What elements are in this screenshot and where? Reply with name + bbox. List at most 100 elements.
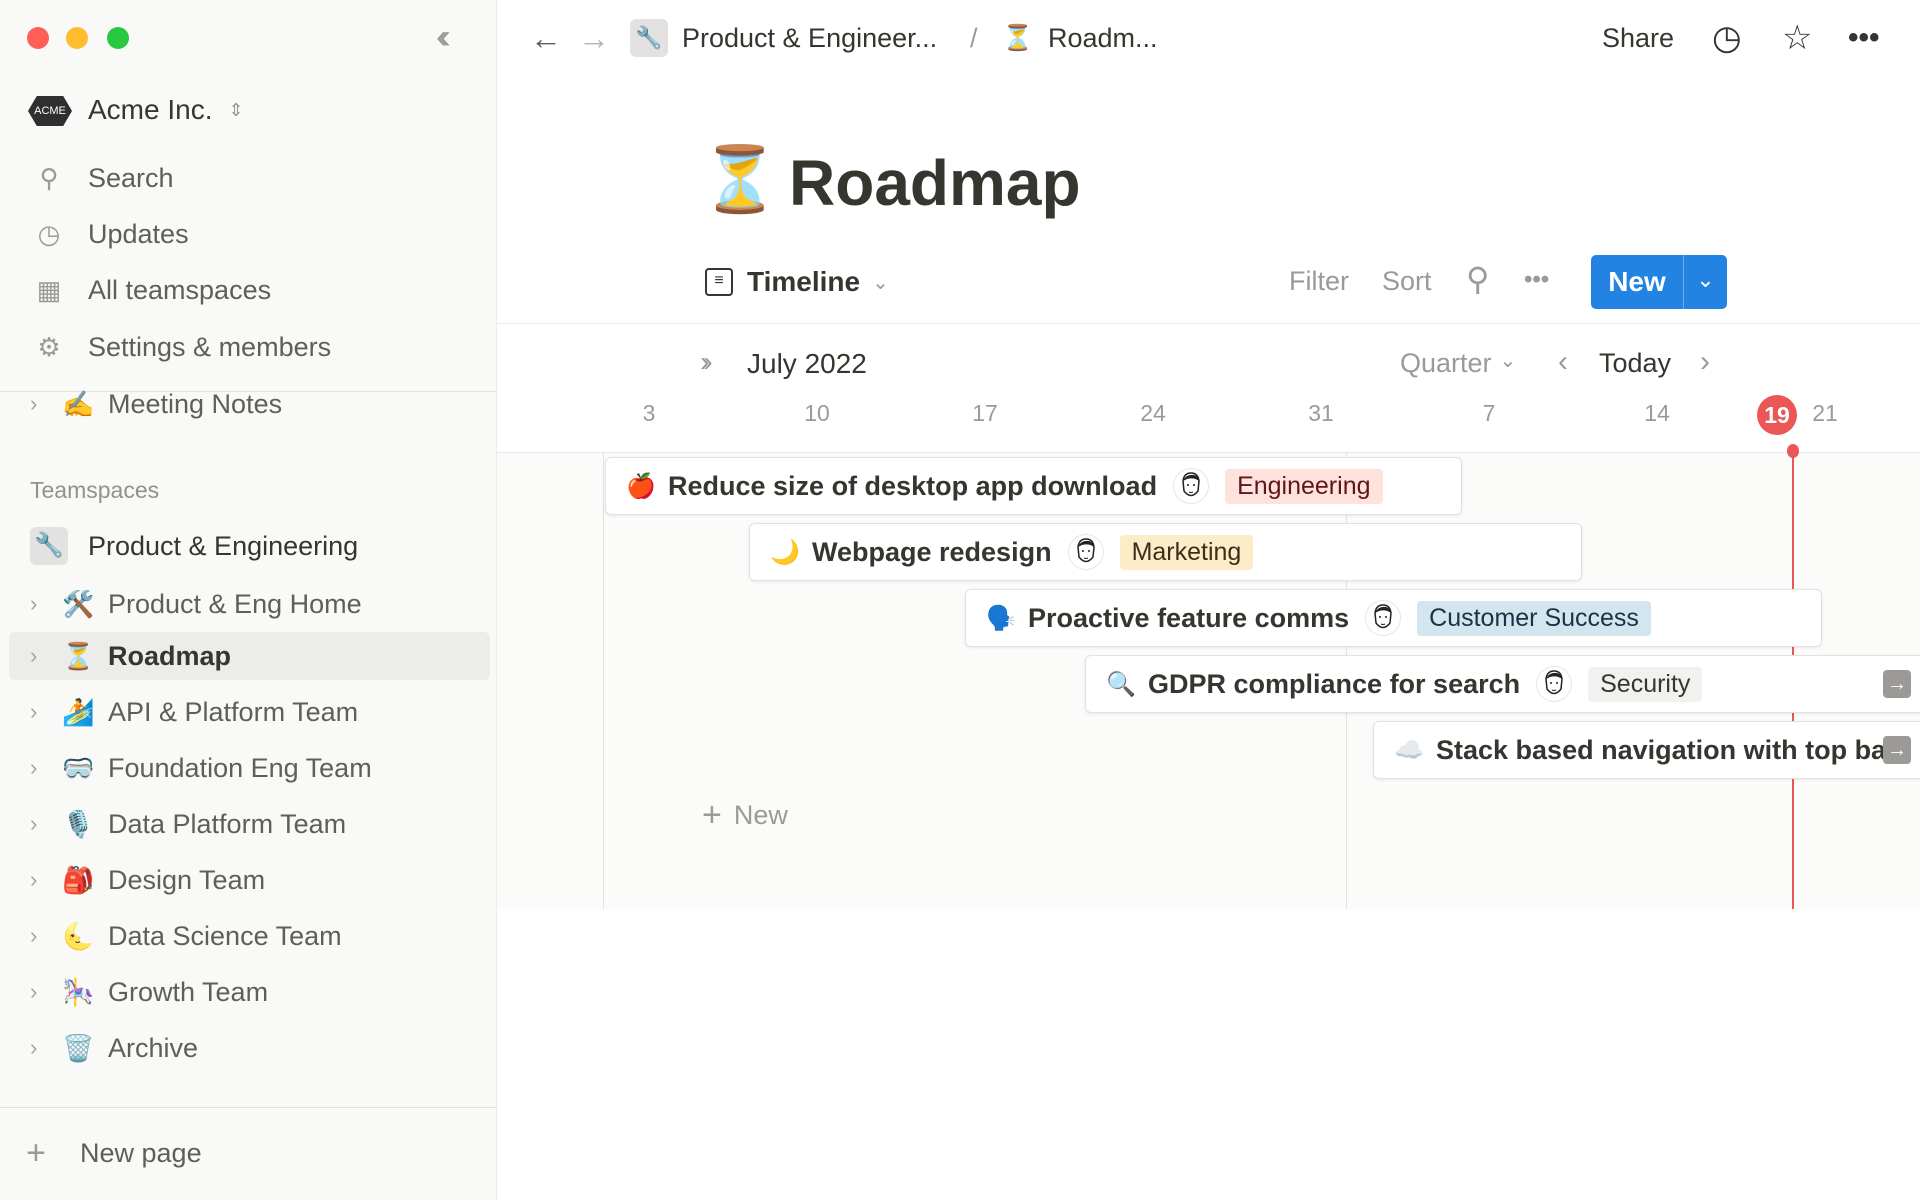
minimize-window-button[interactable]: [66, 27, 88, 49]
task-emoji-icon: 🗣️: [986, 604, 1016, 632]
close-window-button[interactable]: [27, 27, 49, 49]
today-button[interactable]: Today: [1599, 348, 1671, 379]
assignee-avatar: [1173, 468, 1210, 504]
sidebar-page-item[interactable]: › 🌜 Data Science Team: [0, 912, 497, 960]
sidebar-item-meeting-notes[interactable]: › ✍️ Meeting Notes: [0, 380, 497, 428]
sidebar-teamspace-product-engineering[interactable]: 🔧 Product & Engineering: [0, 522, 497, 570]
chevron-right-icon[interactable]: ›: [30, 643, 37, 669]
more-view-options-icon[interactable]: •••: [1524, 266, 1549, 294]
clock-icon: ◷: [37, 218, 61, 249]
page-title[interactable]: Roadmap: [789, 146, 1081, 220]
sort-button[interactable]: Sort: [1382, 266, 1432, 297]
today-marker: [1787, 444, 1799, 458]
task-title: Webpage redesign: [812, 536, 1052, 567]
forward-button[interactable]: →: [578, 20, 610, 56]
sidebar-item-updates[interactable]: ◷ Updates: [0, 210, 497, 258]
task-title: Proactive feature comms: [1028, 602, 1350, 633]
maximize-window-button[interactable]: [107, 27, 129, 49]
page-label: Product & Eng Home: [108, 588, 362, 619]
page-label: Design Team: [108, 864, 266, 895]
chevron-right-icon[interactable]: ›: [30, 1035, 37, 1061]
previous-period-button[interactable]: ‹: [1558, 345, 1568, 379]
sidebar-item-search[interactable]: ⚲ Search: [0, 154, 497, 202]
day-label: 31: [1308, 400, 1334, 426]
assignee-avatar: [1536, 666, 1573, 702]
page-label: API & Platform Team: [108, 696, 359, 727]
day-label: 10: [804, 400, 830, 426]
scale-label: Quarter: [1400, 348, 1492, 378]
chevron-down-icon: ⌄: [872, 271, 889, 294]
timeline-card[interactable]: 🗣️ Proactive feature comms Customer Succes…: [965, 589, 1822, 647]
day-label: 24: [1140, 400, 1166, 426]
label: New page: [80, 1138, 202, 1168]
new-options-chevron-icon[interactable]: ⌄: [1683, 255, 1727, 309]
page-emoji-icon: 🏄: [62, 696, 95, 727]
breadcrumb-page[interactable]: Roadm...: [1048, 20, 1158, 56]
timeline-month: July 2022: [747, 348, 867, 379]
team-tag: Marketing: [1119, 534, 1254, 570]
chevron-right-icon[interactable]: ›: [30, 923, 37, 949]
sidebar-page-item[interactable]: › ⏳ Roadmap: [9, 632, 490, 680]
expand-timeline-icon[interactable]: ››: [700, 346, 712, 378]
scroll-to-item-arrow-icon[interactable]: →: [1883, 670, 1911, 698]
filter-button[interactable]: Filter: [1289, 266, 1349, 297]
page-label: Foundation Eng Team: [108, 752, 372, 783]
workspace-switcher[interactable]: Acme Inc. ⇕: [88, 94, 244, 126]
timeline-scale-select[interactable]: Quarter ⌄: [1400, 348, 1516, 379]
timeline-card[interactable]: 🔍 GDPR compliance for search Security →: [1085, 655, 1920, 713]
building-icon: ▦: [36, 274, 62, 305]
page-label: Archive: [108, 1032, 199, 1063]
day-label: 17: [972, 400, 998, 426]
sidebar-item-all-teamspaces[interactable]: ▦ All teamspaces: [0, 266, 497, 314]
task-title: Stack based navigation with top bar: [1436, 734, 1897, 765]
today-day-label: 19: [1757, 395, 1797, 435]
team-tag: Customer Success: [1417, 600, 1651, 636]
page-emoji-icon: 🛠️: [62, 588, 95, 619]
sidebar-page-item[interactable]: › 🗑️ Archive: [0, 1024, 497, 1072]
chevron-right-icon[interactable]: ›: [30, 867, 37, 893]
sidebar-page-item[interactable]: › 🎠 Growth Team: [0, 968, 497, 1016]
chevron-right-icon[interactable]: ›: [30, 979, 37, 1005]
day-label: 21: [1812, 400, 1838, 426]
divider: [0, 1107, 497, 1108]
label: Meeting Notes: [108, 388, 283, 419]
scroll-to-item-arrow-icon[interactable]: →: [1883, 736, 1911, 764]
sidebar-page-item[interactable]: › 🥽 Foundation Eng Team: [0, 744, 497, 792]
plus-icon: +: [702, 796, 722, 834]
page-icon-hourglass[interactable]: ⏳: [700, 142, 780, 217]
new-page-button[interactable]: + New page: [26, 1134, 202, 1173]
label: New: [733, 800, 788, 830]
assignee-avatar: [1067, 534, 1104, 570]
page-label: Data Platform Team: [108, 808, 347, 839]
collapse-sidebar-icon[interactable]: ‹‹: [436, 18, 450, 57]
chevron-right-icon[interactable]: ›: [30, 811, 37, 837]
sidebar-page-item[interactable]: › 🛠️ Product & Eng Home: [0, 580, 497, 628]
next-period-button[interactable]: ›: [1700, 345, 1710, 379]
task-emoji-icon: 🔍: [1106, 670, 1136, 698]
new-button-group: New ⌄: [1591, 255, 1727, 309]
sidebar-page-item[interactable]: › 🏄 API & Platform Team: [0, 688, 497, 736]
chevron-right-icon[interactable]: ›: [30, 591, 37, 617]
breadcrumb-teamspace[interactable]: Product & Engineer...: [682, 20, 937, 56]
timeline-card[interactable]: 🌙 Webpage redesign Marketing: [749, 523, 1582, 581]
updates-clock-icon[interactable]: ◷: [1712, 20, 1742, 56]
share-button[interactable]: Share: [1602, 20, 1674, 56]
writing-hand-icon: ✍️: [62, 388, 95, 419]
sidebar-page-item[interactable]: › 🎙️ Data Platform Team: [0, 800, 497, 848]
chevron-right-icon[interactable]: ›: [30, 699, 37, 725]
search-icon[interactable]: ⚲: [1466, 260, 1489, 298]
timeline-card[interactable]: ☁️ Stack based navigation with top bar →: [1373, 721, 1920, 779]
add-new-item-button[interactable]: + New: [702, 796, 788, 835]
back-button[interactable]: ←: [530, 20, 562, 56]
page-emoji-icon: 🎠: [62, 976, 95, 1007]
sidebar-page-item[interactable]: › 🎒 Design Team: [0, 856, 497, 904]
more-options-icon[interactable]: •••: [1848, 20, 1880, 56]
chevron-right-icon[interactable]: ›: [30, 755, 37, 781]
view-switcher[interactable]: ≡ Timeline ⌄: [705, 266, 889, 298]
timeline-card[interactable]: 🍎 Reduce size of desktop app download Engi…: [605, 457, 1462, 515]
favorite-star-icon[interactable]: ☆: [1782, 20, 1812, 56]
new-item-button[interactable]: New: [1591, 255, 1683, 309]
sidebar-item-settings[interactable]: ⚙ Settings & members: [0, 323, 497, 371]
gear-icon: ⚙: [37, 331, 61, 362]
chevron-right-icon[interactable]: ›: [30, 391, 37, 417]
